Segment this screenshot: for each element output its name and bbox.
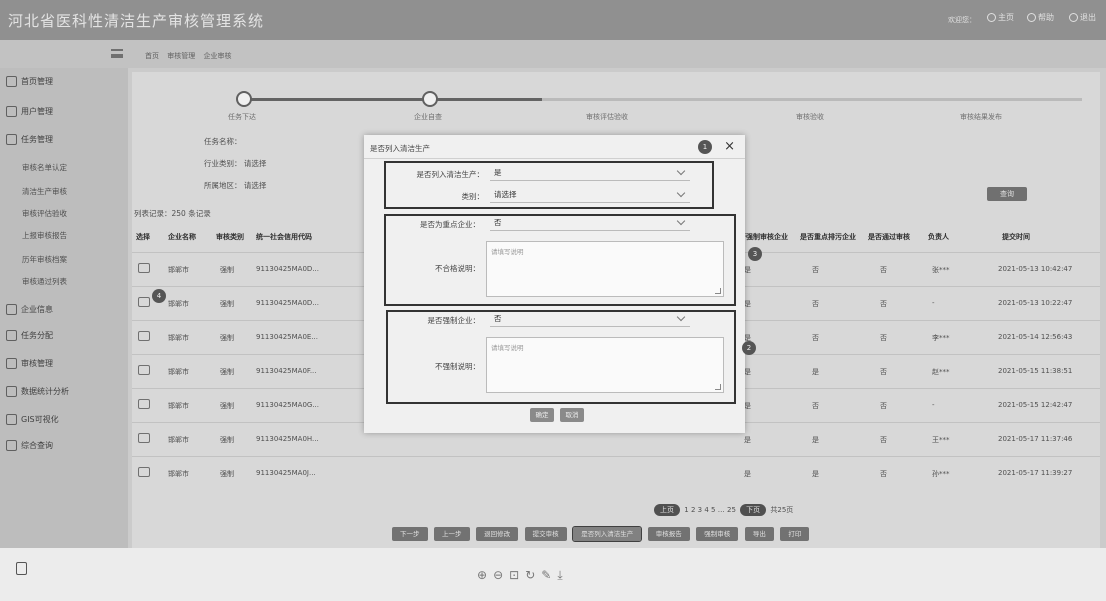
annotation-badge: 3 [748,247,762,261]
fit-icon[interactable]: ⊡ [509,568,525,582]
annotation-badge: 1 [698,140,712,154]
unqualified-reason-textarea[interactable]: 请填写说明 [486,241,724,297]
category-select[interactable]: 请选择 [490,187,690,203]
chevron-down-icon [676,312,686,322]
close-icon[interactable]: × [724,139,735,154]
chevron-down-icon [676,188,686,198]
field-label: 不合格说明： [435,264,480,273]
rotate-icon[interactable]: ↻ [525,568,541,582]
app-window: 河北省医科性清洁生产审核管理系统 欢迎您： 主页 帮助 退出 首页 审核管理 企… [0,0,1106,548]
image-viewer-toolbar: ⊕⊖⊡↻✎⤓ [0,548,1106,601]
mandatory-enterprise-select[interactable]: 否 [490,311,690,327]
non-mandatory-reason-textarea[interactable]: 请填写说明 [486,337,724,393]
dialog-title: 是否列入清洁生产 [370,144,430,153]
edit-icon[interactable]: ✎ [541,568,557,582]
annotation-badge: 2 [742,341,756,355]
viewer-controls: ⊕⊖⊡↻✎⤓ [477,568,569,583]
field-label: 是否强制企业： [427,316,481,325]
clean-production-dialog: 是否列入清洁生产 1 × 是否列入清洁生产： 是 类别： 请选择 是否为重点企业… [364,135,756,433]
field-label: 是否为重点企业： [420,220,480,229]
annotation-badge: 4 [152,289,166,303]
file-icon[interactable] [16,562,27,575]
dialog-header: 是否列入清洁生产 1 × [364,135,745,159]
field-label: 类别： [461,192,485,201]
chevron-down-icon [676,216,686,226]
field-label: 是否列入清洁生产： [416,170,485,179]
download-icon[interactable]: ⤓ [557,568,568,582]
field-label: 不强制说明： [435,362,480,371]
zoom-out-icon[interactable]: ⊖ [493,568,509,582]
cancel-button[interactable]: 取消 [560,408,584,422]
clean-production-select[interactable]: 是 [490,165,690,181]
confirm-button[interactable]: 确定 [530,408,554,422]
zoom-in-icon[interactable]: ⊕ [477,568,493,582]
key-enterprise-select[interactable]: 否 [490,215,690,231]
chevron-down-icon [676,166,686,176]
